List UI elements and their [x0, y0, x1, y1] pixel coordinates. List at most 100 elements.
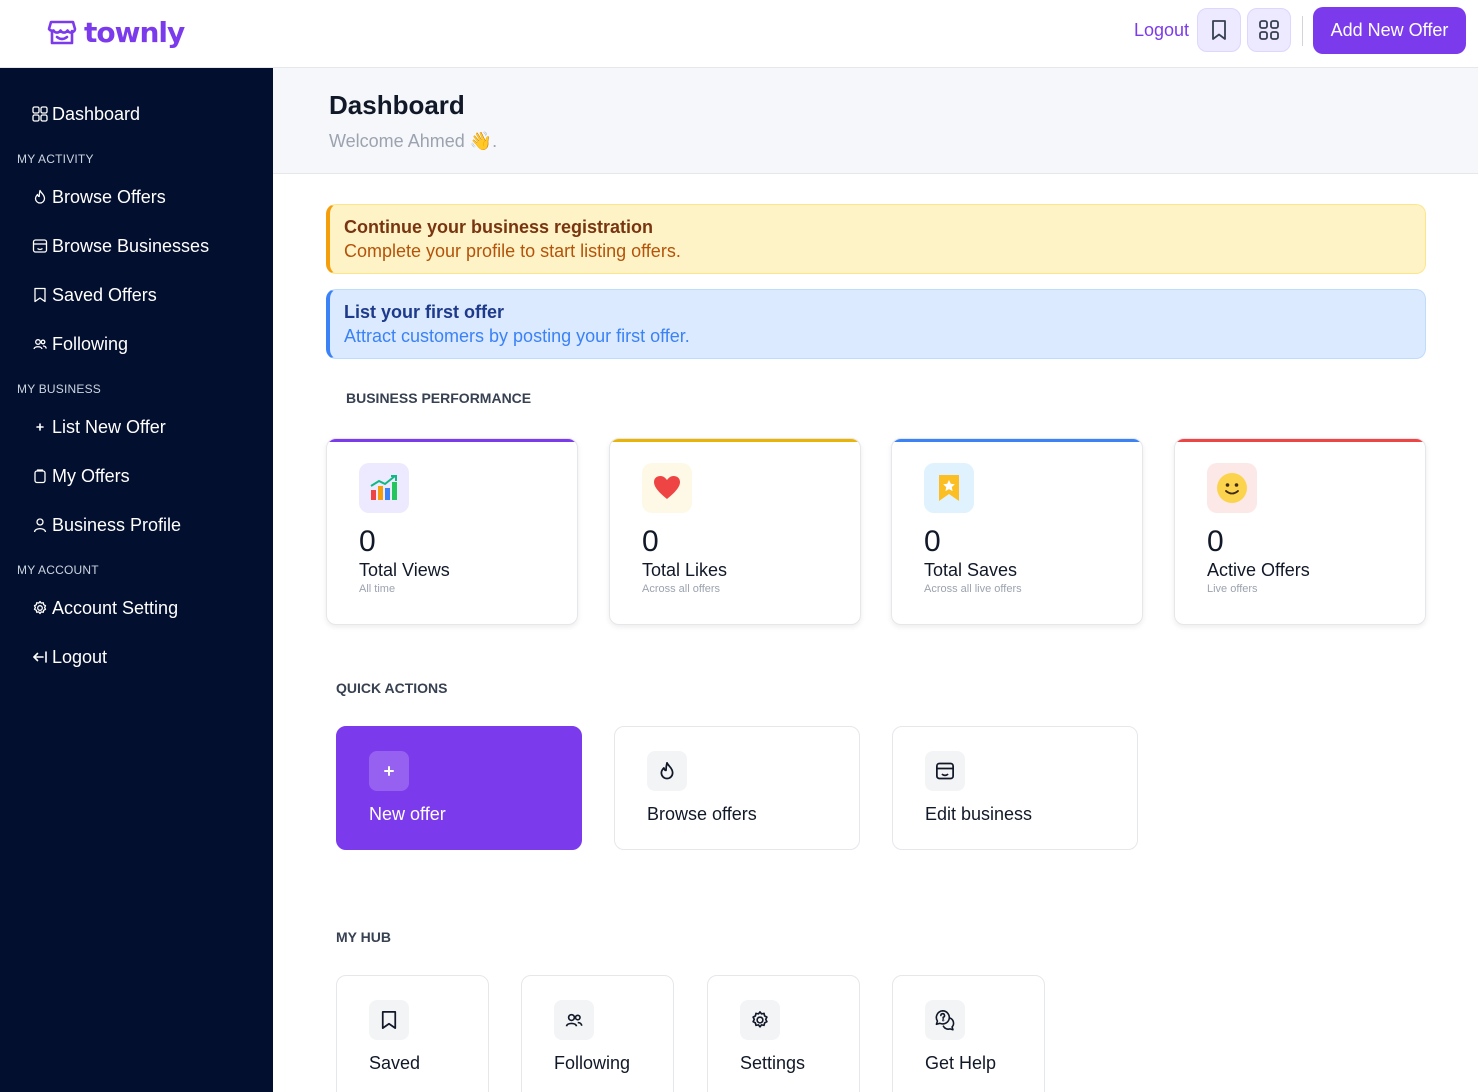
card-accent: [892, 439, 1142, 442]
hub-saved[interactable]: Saved: [336, 975, 489, 1092]
logout-arrow-icon: [33, 651, 47, 663]
saved-shortcut-button[interactable]: [1197, 8, 1241, 52]
stat-card-total-views: 0 Total Views All time: [326, 438, 578, 625]
hub-get-help[interactable]: Get Help: [892, 975, 1045, 1092]
edit-business-action[interactable]: Edit business: [892, 726, 1138, 850]
hub-icon-box: [369, 1000, 409, 1040]
sidebar-item-dashboard[interactable]: Dashboard: [32, 100, 140, 128]
browse-offers-action[interactable]: Browse offers: [614, 726, 860, 850]
bookmark-icon: [34, 287, 46, 303]
hub-icon-box: [554, 1000, 594, 1040]
alert-title: List your first offer: [344, 302, 505, 322]
users-icon: [565, 1013, 583, 1027]
smiley-icon: [1217, 473, 1247, 503]
storefront-icon: [936, 762, 954, 780]
stat-card-active-offers: 0 Active Offers Live offers: [1174, 438, 1426, 625]
sidebar-item-browse-offers[interactable]: Browse Offers: [32, 183, 166, 211]
stat-label: Total Saves: [924, 560, 1018, 580]
alert-body: Attract customers by posting your first …: [344, 326, 690, 346]
gear-icon: [752, 1011, 768, 1028]
hub-label: Following: [554, 1053, 631, 1073]
welcome-message: Welcome Ahmed 👋.: [329, 131, 498, 151]
first-offer-alert[interactable]: List your first offer Attract customers …: [326, 289, 1426, 359]
sidebar-item-label: Browse Offers: [52, 186, 166, 207]
quick-actions-heading: QUICK ACTIONS: [336, 680, 448, 696]
topbar-divider: [1302, 16, 1303, 46]
chart-icon: [370, 475, 397, 500]
stat-sublabel: Across all live offers: [924, 583, 1022, 595]
stat-icon-box: [924, 463, 974, 513]
hub-settings[interactable]: Settings: [707, 975, 860, 1092]
business-performance-heading: BUSINESS PERFORMANCE: [346, 390, 532, 406]
gear-icon: [33, 600, 47, 615]
plus-icon: [36, 423, 44, 431]
hub-label: Saved: [369, 1053, 421, 1073]
top-bar: townly Logout Add New Offer: [0, 0, 1478, 68]
sidebar-item-logout[interactable]: Logout: [32, 643, 107, 671]
sidebar-item-following[interactable]: Following: [32, 330, 128, 358]
qa-label: Edit business: [925, 804, 1033, 824]
shopping-bag-icon: [34, 469, 46, 484]
stat-value: 0: [359, 525, 376, 558]
card-accent: [327, 439, 577, 442]
grid-icon: [1259, 20, 1279, 40]
storefront-icon: [32, 239, 48, 253]
sidebar-item-list-new-offer[interactable]: List New Offer: [32, 413, 166, 441]
flame-icon: [660, 762, 674, 780]
hub-icon-box: [740, 1000, 780, 1040]
add-new-offer-button[interactable]: Add New Offer: [1313, 7, 1466, 54]
stat-sublabel: All time: [359, 583, 396, 595]
hub-label: Settings: [740, 1053, 806, 1073]
sidebar: Dashboard MY ACTIVITY Browse Offers Brow…: [0, 68, 273, 1092]
sidebar-item-browse-businesses[interactable]: Browse Businesses: [32, 232, 209, 260]
sidebar-item-label: Logout: [52, 646, 108, 667]
qa-icon-box: [925, 751, 965, 791]
stat-icon-box: [642, 463, 692, 513]
sidebar-item-business-profile[interactable]: Business Profile: [32, 511, 181, 539]
sidebar-item-label: Account Setting: [52, 597, 179, 618]
page-title: Dashboard: [329, 90, 465, 120]
brand-name: townly: [84, 15, 185, 49]
top-logout-link[interactable]: Logout: [1134, 20, 1189, 41]
qa-icon-box: [647, 751, 687, 791]
flame-icon: [34, 189, 46, 204]
bookmark-icon: [1212, 20, 1226, 40]
card-accent: [1175, 439, 1425, 442]
sidebar-item-label: Browse Businesses: [52, 235, 210, 256]
registration-alert[interactable]: Continue your business registration Comp…: [326, 204, 1426, 274]
alert-title: Continue your business registration: [344, 217, 654, 237]
stat-sublabel: Across all offers: [642, 583, 721, 595]
sidebar-item-label: Business Profile: [52, 514, 182, 535]
hub-label: Get Help: [925, 1053, 997, 1073]
stat-value: 0: [1207, 525, 1224, 558]
sidebar-item-label: My Offers: [52, 465, 130, 486]
sidebar-item-saved-offers[interactable]: Saved Offers: [32, 281, 157, 309]
hub-icon-box: [925, 1000, 965, 1040]
hub-following[interactable]: Following: [521, 975, 674, 1092]
my-hub-heading: MY HUB: [336, 929, 391, 945]
sidebar-item-account-setting[interactable]: Account Setting: [32, 594, 178, 622]
bookmark-icon: [381, 1011, 397, 1029]
sidebar-item-my-offers[interactable]: My Offers: [32, 462, 130, 490]
section-my-business: MY BUSINESS: [17, 382, 102, 396]
qa-label: New offer: [369, 804, 446, 824]
apps-grid-button[interactable]: [1247, 8, 1291, 52]
stat-label: Total Likes: [642, 560, 728, 580]
new-offer-action[interactable]: New offer: [336, 726, 582, 850]
section-my-account: MY ACCOUNT: [17, 563, 99, 577]
card-accent: [610, 439, 860, 442]
page-header: Dashboard Welcome Ahmed 👋.: [273, 68, 1478, 174]
sidebar-item-label: Dashboard: [52, 103, 141, 124]
brand-logo[interactable]: townly: [46, 12, 185, 52]
stat-sublabel: Live offers: [1207, 583, 1258, 595]
star-bookmark-icon: [939, 475, 959, 501]
user-icon: [33, 518, 47, 533]
qa-label: Browse offers: [647, 804, 757, 824]
sidebar-item-label: List New Offer: [52, 416, 166, 437]
help-chat-icon: [935, 1010, 955, 1031]
heart-icon: [654, 476, 680, 499]
storefront-logo-icon: [47, 20, 77, 45]
grid-icon: [32, 106, 48, 122]
stat-card-total-likes: 0 Total Likes Across all offers: [609, 438, 861, 625]
sidebar-item-label: Following: [52, 333, 129, 354]
